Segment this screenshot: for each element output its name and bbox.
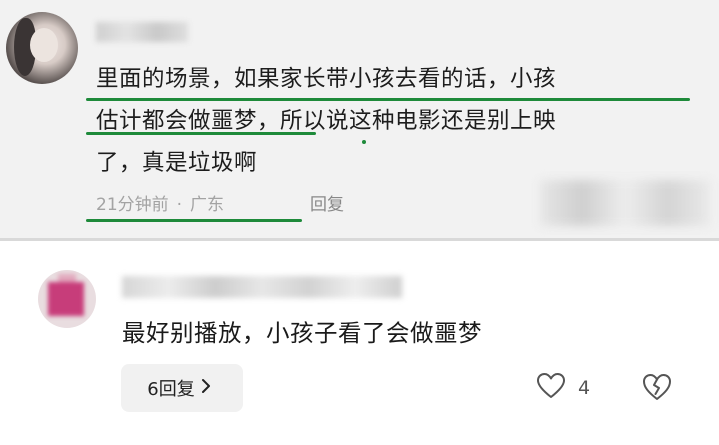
meta-separator: · — [176, 195, 183, 215]
heart-icon — [536, 372, 566, 404]
avatar-face — [30, 28, 58, 62]
broken-heart-icon[interactable] — [641, 372, 673, 406]
comment-text: 里面的场景，如果家长带小孩去看的话，小孩 估计都会做噩梦，所以说这种电影还是别上… — [96, 58, 696, 184]
avatar[interactable] — [38, 270, 96, 328]
like-button[interactable]: 4 — [536, 372, 590, 404]
avatar[interactable] — [6, 12, 78, 84]
avatar-pixel — [48, 282, 84, 316]
comment-screenshot: 里面的场景，如果家长带小孩去看的话，小孩 估计都会做噩梦，所以说这种电影还是别上… — [0, 0, 719, 445]
highlight-dot — [362, 140, 366, 144]
blurred-username — [122, 276, 402, 298]
section-divider — [0, 238, 719, 241]
replies-label: 6回复 — [147, 379, 195, 400]
chevron-right-icon — [201, 378, 211, 399]
highlight-underline-2 — [86, 132, 316, 135]
like-count: 4 — [578, 377, 591, 399]
blurred-username — [96, 22, 188, 42]
comment-line-1: 里面的场景，如果家长带小孩去看的话，小孩 — [96, 66, 557, 92]
comment-location: 广东 — [190, 195, 225, 215]
comment-line-3: 了，真是垃圾啊 — [96, 150, 258, 176]
quoted-comment-panel: 里面的场景，如果家长带小孩去看的话，小孩 估计都会做噩梦，所以说这种电影还是别上… — [0, 0, 719, 238]
comment-text: 最好别播放，小孩子看了会做噩梦 — [122, 319, 482, 347]
view-replies-button[interactable]: 6回复 — [121, 364, 243, 412]
comment-time: 21分钟前 — [96, 195, 169, 215]
blurred-region — [540, 180, 710, 226]
highlight-underline-1 — [86, 98, 690, 101]
comment-meta: 21分钟前 · 广东 回复 — [96, 190, 344, 215]
highlight-underline-3 — [86, 219, 302, 222]
reply-button[interactable]: 回复 — [310, 190, 344, 215]
comment-line-2: 估计都会做噩梦，所以说这种电影还是别上映 — [96, 108, 557, 134]
